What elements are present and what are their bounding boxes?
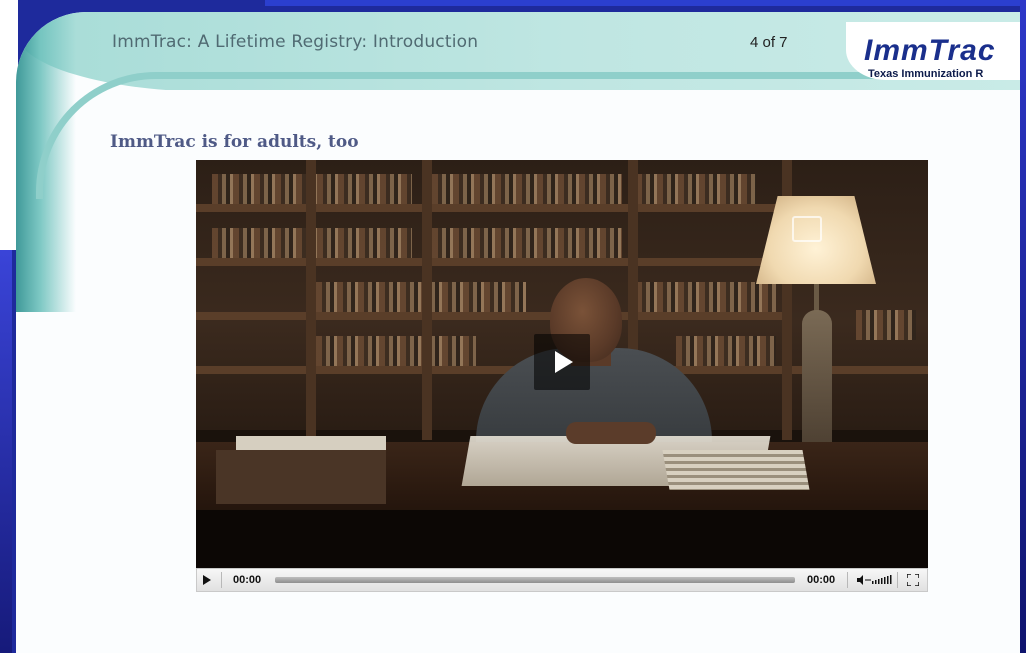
volume-icon[interactable] xyxy=(857,574,893,586)
slide-container: ImmTrac: A Lifetime Registry: Introducti… xyxy=(16,12,1020,653)
app-right-edge xyxy=(1020,0,1026,653)
shelf-column xyxy=(422,160,432,440)
shelf-column xyxy=(306,160,316,440)
person-hands xyxy=(566,422,656,444)
book-row xyxy=(636,174,756,204)
video-control-bar: 00:00 00:00 xyxy=(196,568,928,592)
current-time: 00:00 xyxy=(233,574,262,586)
app-left-strip xyxy=(0,250,12,653)
logo: ImmTrac Texas Immunization R xyxy=(846,22,1020,80)
control-divider xyxy=(897,572,898,588)
fullscreen-icon[interactable] xyxy=(907,574,919,586)
desk-papers xyxy=(236,436,386,450)
app-top-edge xyxy=(265,0,1026,6)
duration-time: 00:00 xyxy=(807,574,836,586)
page-counter: 4 of 7 xyxy=(750,34,788,51)
shelf xyxy=(196,204,786,212)
statue xyxy=(802,310,832,450)
desk-box xyxy=(216,450,386,504)
book-row xyxy=(636,282,776,312)
course-title: ImmTrac: A Lifetime Registry: Introducti… xyxy=(112,32,479,52)
video-bottom-shadow xyxy=(196,510,928,568)
book-row xyxy=(432,174,622,204)
book-row xyxy=(676,336,776,366)
desk-binders xyxy=(662,450,810,490)
shelf xyxy=(196,312,786,320)
logo-subtext: Texas Immunization R xyxy=(868,68,984,80)
book-row xyxy=(432,228,622,258)
control-divider xyxy=(847,572,848,588)
book-row xyxy=(316,282,526,312)
book-row xyxy=(856,310,916,340)
video-player[interactable] xyxy=(196,160,928,568)
play-overlay-button[interactable] xyxy=(534,334,590,390)
seek-bar[interactable] xyxy=(275,577,795,583)
play-button[interactable] xyxy=(203,575,211,585)
play-icon xyxy=(555,351,573,373)
lamp-highlight xyxy=(792,216,822,242)
slide-heading: ImmTrac is for adults, too xyxy=(110,132,359,152)
control-divider xyxy=(221,572,222,588)
logo-text: ImmTrac xyxy=(864,34,996,67)
shelf xyxy=(196,258,786,266)
book-row xyxy=(316,336,476,366)
